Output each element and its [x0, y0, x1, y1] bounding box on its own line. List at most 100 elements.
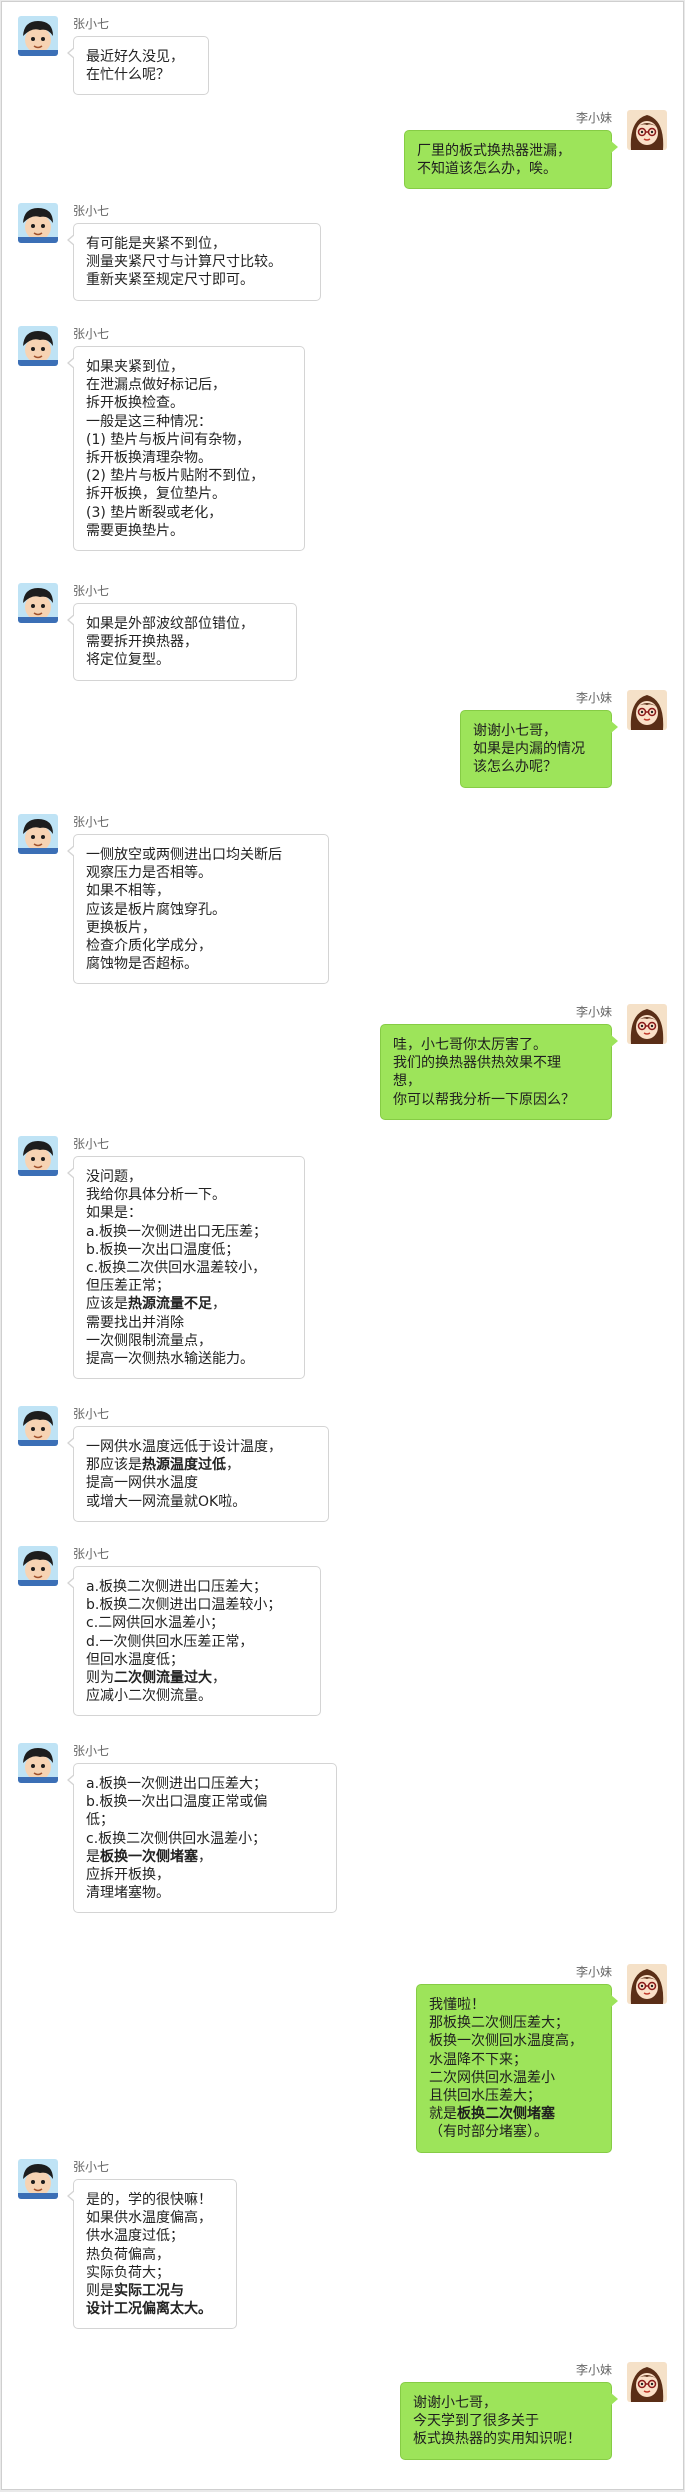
message-content: 张小七 如果是外部波纹部位错位， 需要拆开换热器， 将定位复型。: [67, 583, 297, 681]
message-text: 更换板片，: [86, 919, 156, 936]
message-bubble[interactable]: 没问题， 我给你具体分析一下。 如果是： a.板换一次侧进出口无压差； b.板换一次出口…: [67, 1156, 305, 1380]
message-line: c.二网供回水温差小；: [86, 1614, 308, 1632]
message-text: 则为: [86, 1670, 114, 1687]
message-line: 一般是这三种情况：: [86, 413, 292, 431]
message-text: 如果不相等，: [86, 883, 170, 900]
chat-window: 张小七 最近好久没见， 在忙什么呢？ 李小妹 厂里的板式换热器泄漏， 不知道该怎么办，唉。…: [1, 1, 684, 2490]
message-line: 腐蚀物是否超标。: [86, 955, 316, 973]
message-row: 张小七 a.板换二次侧进出口压差大； b.板换二次侧进出口温差较小； c.二网供回水温…: [18, 1546, 667, 1717]
message-text: 在泄漏点做好标记后，: [86, 377, 226, 394]
message-bubble[interactable]: a.板换一次侧进出口压差大； b.板换一次出口温度正常或偏 低； c.板换二次侧供回水…: [67, 1763, 337, 1914]
message-text: 就是: [429, 2106, 457, 2123]
message-line: (2) 垫片与板片贴附不到位，: [86, 467, 292, 485]
message-text: 或增大一网流量就OK啦。: [86, 1493, 247, 1510]
message-text: 我们的换热器供热效果不理: [393, 1055, 561, 1072]
message-text: 一网供水温度远低于设计温度，: [86, 1439, 282, 1455]
message-line: 需要找出并消除: [86, 1314, 292, 1332]
message-row: 李小妹 谢谢小七哥， 如果是内漏的情况 该怎么办呢？: [18, 690, 667, 788]
message-bubble[interactable]: a.板换二次侧进出口压差大； b.板换二次侧进出口温差较小； c.二网供回水温差小；…: [67, 1566, 321, 1717]
message-text: 板换一次侧回水温度高，: [429, 2033, 583, 2050]
message-bubble[interactable]: 哇，小七哥你太厉害了。 我们的换热器供热效果不理 想， 你可以帮我分析一下原因么？: [380, 1024, 618, 1120]
message-content: 张小七 a.板换一次侧进出口压差大； b.板换一次出口温度正常或偏 低； c.板换二次侧…: [67, 1743, 337, 1914]
girl-avatar-icon[interactable]: [627, 110, 667, 150]
message-bubble[interactable]: 如果是外部波纹部位错位， 需要拆开换热器， 将定位复型。: [67, 603, 297, 681]
message-line: 就是板换二次侧堵塞: [429, 2105, 599, 2123]
sender-name: 张小七: [73, 327, 110, 341]
message-text: 测量夹紧尺寸与计算尺寸比较。: [86, 254, 282, 271]
message-content: 张小七 a.板换二次侧进出口压差大； b.板换二次侧进出口温差较小； c.二网供回水温…: [67, 1546, 321, 1717]
message-text: 需要拆开换热器，: [86, 634, 198, 651]
message-bubble[interactable]: 一侧放空或两侧进出口均关断后 观察压力是否相等。 如果不相等， 应该是板片腐蚀穿孔。更…: [67, 834, 329, 985]
message-line: 但压差正常；: [86, 1277, 292, 1295]
message-text: 谢谢小七哥，: [473, 723, 557, 739]
message-line: 拆开板换清理杂物。: [86, 449, 292, 467]
message-line: 清理堵塞物。: [86, 1884, 324, 1902]
emphasis-text: 板换二次侧堵塞: [457, 2106, 555, 2123]
message-line: 水温降不下来；: [429, 2051, 599, 2069]
message-bubble[interactable]: 谢谢小七哥， 今天学到了很多关于 板式换热器的实用知识呢！: [400, 2382, 618, 2460]
message-bubble[interactable]: 有可能是夹紧不到位， 测量夹紧尺寸与计算尺寸比较。 重新夹紧至规定尺寸即可。: [67, 223, 321, 301]
boy-avatar-icon[interactable]: [18, 1136, 58, 1176]
message-text: (1) 垫片与板片间有杂物，: [86, 431, 251, 448]
boy-avatar-icon[interactable]: [18, 326, 58, 366]
message-text: 哇，小七哥你太厉害了。: [393, 1037, 547, 1053]
message-line: 观察压力是否相等。: [86, 864, 316, 882]
boy-avatar-icon[interactable]: [18, 2159, 58, 2199]
message-text: 我给你具体分析一下。: [86, 1187, 226, 1204]
message-line: 你可以帮我分析一下原因么？: [393, 1091, 599, 1109]
message-line: 重新夹紧至规定尺寸即可。: [86, 271, 308, 289]
message-text: c.板换二次侧供回水温差小；: [86, 1830, 267, 1847]
girl-avatar-icon[interactable]: [627, 690, 667, 730]
message-line: (3) 垫片断裂或老化，: [86, 504, 292, 522]
girl-avatar-icon[interactable]: [627, 2362, 667, 2402]
message-text: （有时部分堵塞）。: [429, 2124, 548, 2141]
boy-avatar-icon[interactable]: [18, 1546, 58, 1586]
message-text: 清理堵塞物。: [86, 1885, 170, 1902]
boy-avatar-icon[interactable]: [18, 16, 58, 56]
boy-avatar-icon[interactable]: [18, 203, 58, 243]
message-content: 张小七 是的，学的很快嘛！ 如果供水温度偏高， 供水温度过低； 热负荷偏高， 实际负荷大；…: [67, 2159, 237, 2330]
sender-name: 李小妹: [575, 1005, 612, 1019]
boy-avatar-icon[interactable]: [18, 1406, 58, 1446]
message-bubble[interactable]: 我懂啦！ 那板换二次侧压差大； 板换一次侧回水温度高， 水温降不下来； 二次网供回水温差…: [416, 1984, 618, 2153]
message-line: 想，: [393, 1072, 599, 1090]
message-line: 一次侧限制流量点，: [86, 1332, 292, 1350]
message-text: 低；: [86, 1812, 114, 1829]
message-text: d.一次侧供回水压差正常，: [86, 1633, 254, 1650]
message-line: 今天学到了很多关于: [413, 2412, 599, 2430]
message-text: 重新夹紧至规定尺寸即可。: [86, 272, 254, 289]
message-bubble[interactable]: 最近好久没见， 在忙什么呢？: [67, 36, 209, 96]
message-line: 板式换热器的实用知识呢！: [413, 2430, 599, 2448]
message-line: 在泄漏点做好标记后，: [86, 376, 292, 394]
message-line: 厂里的板式换热器泄漏，: [417, 142, 599, 160]
message-line: c.板换二次侧供回水温差小；: [86, 1830, 324, 1848]
message-line: 且供回水压差大；: [429, 2087, 599, 2105]
message-text: 提高一网供水温度: [86, 1475, 198, 1492]
sender-name: 张小七: [73, 815, 110, 829]
message-line: 提高一网供水温度: [86, 1474, 316, 1492]
message-bubble[interactable]: 厂里的板式换热器泄漏， 不知道该怎么办，唉。: [404, 130, 618, 190]
message-row: 李小妹哇，小七哥你太厉害了。 我们的换热器供热效果不理 想， 你可以帮我分析一下原因么…: [18, 1004, 667, 1120]
message-text: 如果夹紧到位，: [86, 359, 184, 375]
girl-avatar-icon[interactable]: [627, 1004, 667, 1044]
boy-avatar-icon[interactable]: [18, 583, 58, 623]
message-text: 最近好久没见，: [86, 49, 184, 65]
message-line: 一网供水温度远低于设计温度，: [86, 1438, 316, 1456]
girl-avatar-icon[interactable]: [627, 1964, 667, 2004]
message-line: b.板换一次出口温度低；: [86, 1241, 292, 1259]
boy-avatar-icon[interactable]: [18, 814, 58, 854]
boy-avatar-icon[interactable]: [18, 1743, 58, 1783]
message-text: 一侧放空或两侧进出口均关断后: [86, 847, 282, 863]
message-bubble[interactable]: 谢谢小七哥， 如果是内漏的情况 该怎么办呢？: [460, 710, 618, 788]
message-line: 那板换二次侧压差大；: [429, 2014, 599, 2032]
message-text: 水温降不下来；: [429, 2051, 527, 2068]
message-text: 需要更换垫片。: [86, 522, 184, 539]
message-text: 将定位复型。: [86, 652, 170, 669]
message-bubble[interactable]: 一网供水温度远低于设计温度， 那应该是热源温度过低， 提高一网供水温度 或增大一网流量…: [67, 1426, 329, 1522]
message-bubble[interactable]: 是的，学的很快嘛！ 如果供水温度偏高， 供水温度过低； 热负荷偏高， 实际负荷大； 则是实…: [67, 2179, 237, 2330]
message-text: 需要找出并消除: [86, 1314, 184, 1331]
message-line: 不知道该怎么办，唉。: [417, 160, 599, 178]
message-text: 没问题，: [86, 1169, 142, 1185]
message-bubble[interactable]: 如果夹紧到位， 在泄漏点做好标记后， 拆开板换检查。 一般是这三种情况： (1) 垫片与…: [67, 346, 305, 552]
message-line: 但回水温度低；: [86, 1651, 308, 1669]
